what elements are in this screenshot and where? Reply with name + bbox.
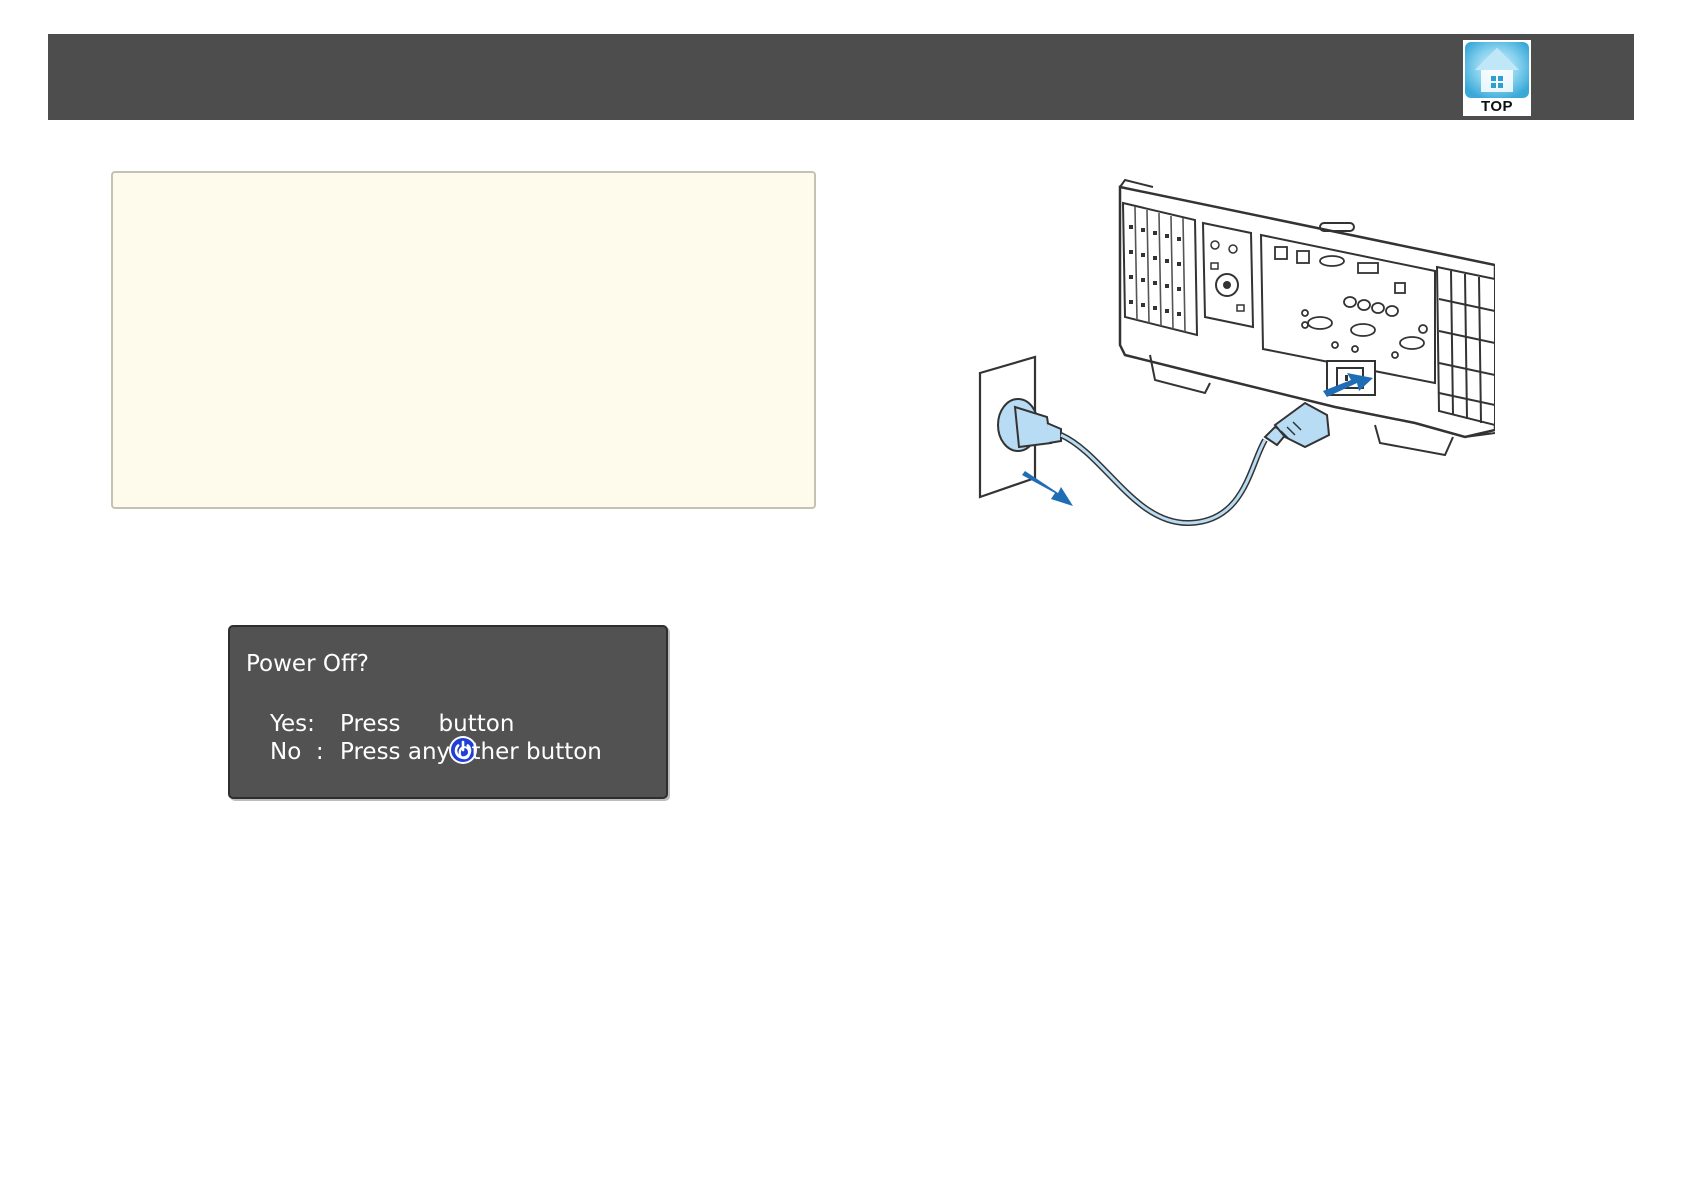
power-cord-unplug-illustration	[975, 175, 1497, 535]
dialog-title: Power Off?	[246, 651, 370, 677]
power-icon	[405, 709, 478, 764]
top-button[interactable]: TOP	[1463, 40, 1531, 116]
no-text: Press any other button	[340, 739, 602, 765]
yes-row: Yes: Press button	[270, 709, 515, 764]
yes-label: Yes:	[270, 711, 315, 737]
yes-text-after: button	[438, 711, 515, 737]
yes-text-before: Press	[340, 711, 401, 737]
no-label: No :	[270, 739, 324, 765]
no-row: No : Press any other button	[270, 739, 602, 765]
header-bar	[48, 34, 1634, 120]
note-box	[111, 171, 816, 509]
top-label: TOP	[1480, 98, 1514, 115]
power-off-dialog: Power Off? Yes: Press button No : Press an…	[228, 625, 668, 799]
